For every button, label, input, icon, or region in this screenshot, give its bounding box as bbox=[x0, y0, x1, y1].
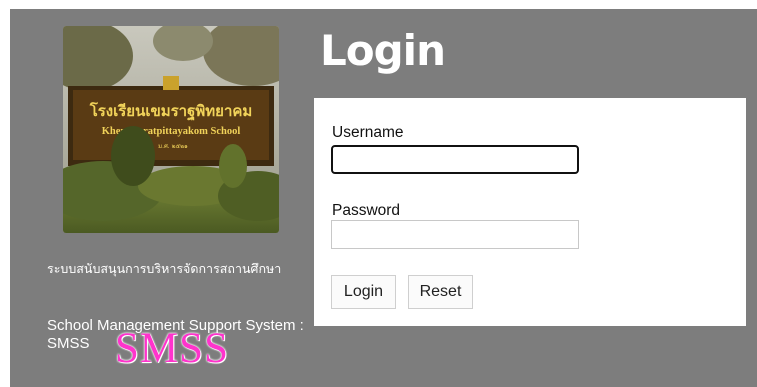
school-sign-image: โรงเรียนเขมราฐพิทยาคม Khemmaratpittayako… bbox=[63, 26, 279, 233]
reset-button[interactable]: Reset bbox=[408, 275, 473, 309]
sign-thai-text: โรงเรียนเขมราฐพิทยาคม bbox=[89, 101, 253, 121]
login-panel: Username Password Login Reset bbox=[314, 98, 746, 326]
school-photo: โรงเรียนเขมราฐพิทยาคม Khemmaratpittayako… bbox=[63, 26, 279, 233]
english-system-description: School Management Support System : SMSS bbox=[47, 317, 304, 352]
login-button[interactable]: Login bbox=[331, 275, 396, 309]
username-label: Username bbox=[332, 124, 404, 141]
thai-system-description: ระบบสนับสนุนการบริหารจัดการสถานศึกษา bbox=[47, 261, 282, 276]
password-input[interactable] bbox=[331, 220, 579, 249]
username-input[interactable] bbox=[331, 145, 579, 174]
login-title: Login bbox=[320, 26, 446, 75]
password-label: Password bbox=[332, 202, 401, 219]
sign-small-text: ม.ศ. ๒๕๒๑ bbox=[158, 143, 188, 150]
